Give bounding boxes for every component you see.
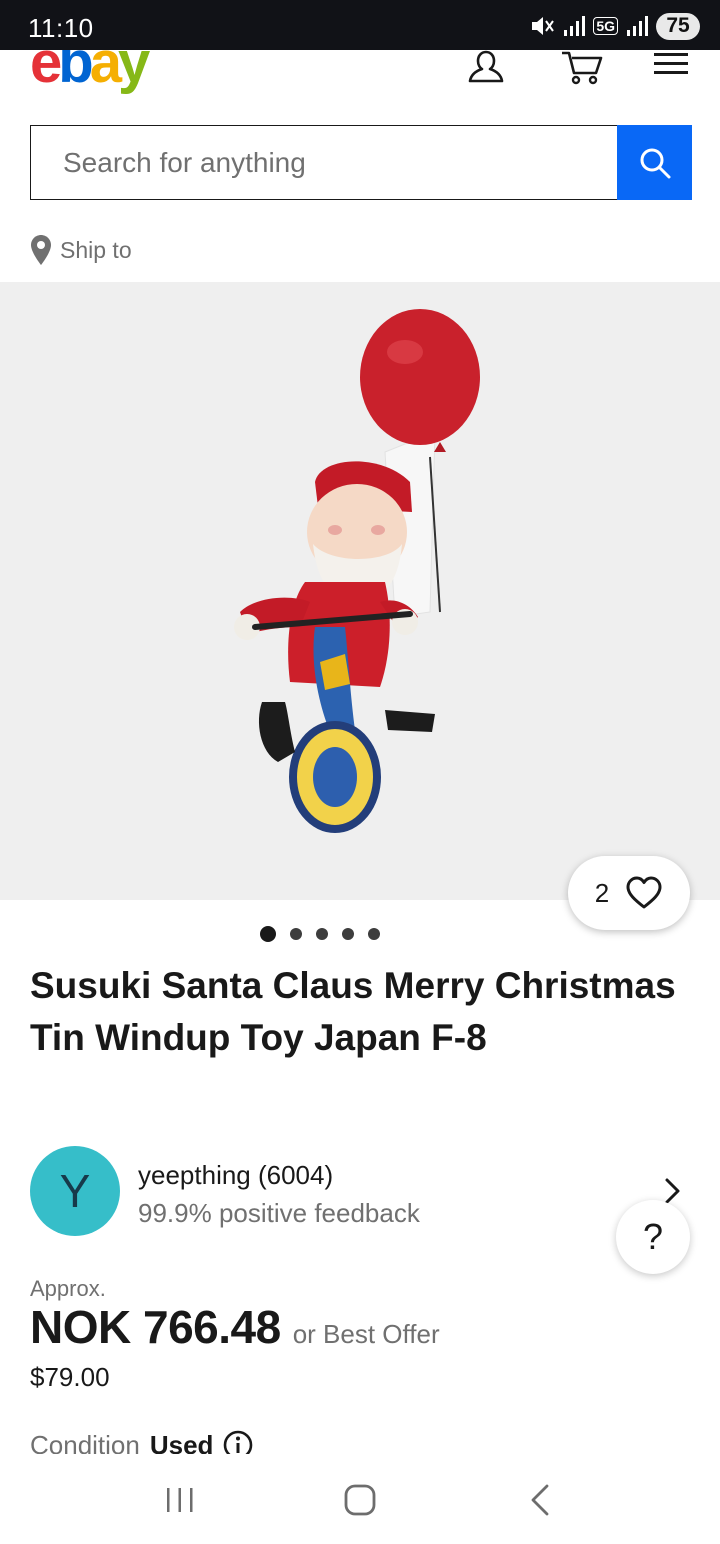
best-offer-label: or Best Offer (292, 1319, 440, 1349)
back-button[interactable] (510, 1470, 570, 1530)
location-pin-icon (31, 235, 51, 265)
header: ebay (0, 34, 720, 105)
search-button[interactable] (617, 125, 692, 200)
carousel-dot[interactable] (342, 928, 354, 940)
price-amount: NOK 766.48 (30, 1301, 281, 1353)
recent-apps-icon (167, 1488, 193, 1512)
seller-feedback: 99.9% positive feedback (138, 1198, 420, 1228)
condition-label: Condition (30, 1430, 140, 1454)
back-icon (531, 1484, 549, 1516)
product-image (234, 309, 480, 833)
product-image-gallery[interactable] (0, 282, 720, 900)
menu-icon[interactable] (652, 50, 696, 90)
carousel-dot[interactable] (368, 928, 380, 940)
status-time: 11:10 (28, 13, 94, 43)
signal-icon (564, 16, 586, 36)
help-button[interactable]: ? (616, 1200, 690, 1274)
recent-apps-button[interactable] (150, 1470, 210, 1530)
mute-icon (532, 17, 555, 35)
watch-count: 2 (594, 877, 610, 908)
battery-indicator: 75 (656, 12, 700, 40)
heart-icon (626, 876, 662, 909)
search-input[interactable] (30, 125, 617, 200)
home-button[interactable] (330, 1470, 390, 1530)
seller-avatar: Y (30, 1146, 120, 1236)
carousel-dot[interactable] (316, 928, 328, 940)
ship-to-label: Ship to (60, 236, 132, 263)
account-icon[interactable] (464, 50, 508, 90)
signal-icon-2 (627, 16, 648, 36)
watch-button[interactable]: 2 (568, 856, 690, 930)
carousel-dot[interactable] (290, 928, 302, 940)
info-icon[interactable] (223, 1430, 253, 1454)
ship-to-link[interactable]: Ship to (30, 232, 132, 268)
condition-value: Used (149, 1430, 214, 1454)
search-bar (30, 125, 692, 200)
system-nav-bar (0, 1456, 720, 1544)
listing-title: Susuki Santa Claus Merry Christmas Tin W… (30, 965, 676, 1058)
app-root: 11:10 5G 75 ebay Search for anything Shi… (0, 0, 720, 1544)
network-type-label: 5G (593, 17, 618, 35)
price-approx-label: Approx. (30, 1276, 106, 1301)
seller-name: yeepthing (6004) (138, 1160, 334, 1190)
condition-row: Condition Used (30, 1430, 253, 1454)
search-icon (640, 148, 670, 178)
price-row: NOK 766.48 or Best Offer (30, 1300, 440, 1354)
original-price: $79.00 (30, 1362, 110, 1392)
status-bar: 11:10 5G 75 (0, 0, 720, 50)
cart-icon[interactable] (560, 50, 604, 90)
seller-card[interactable]: Y yeepthing (6004) 99.9% positive feedba… (30, 1146, 690, 1238)
home-icon (344, 1484, 376, 1516)
carousel-dot[interactable] (260, 926, 276, 942)
status-icons: 5G 75 (529, 12, 700, 40)
